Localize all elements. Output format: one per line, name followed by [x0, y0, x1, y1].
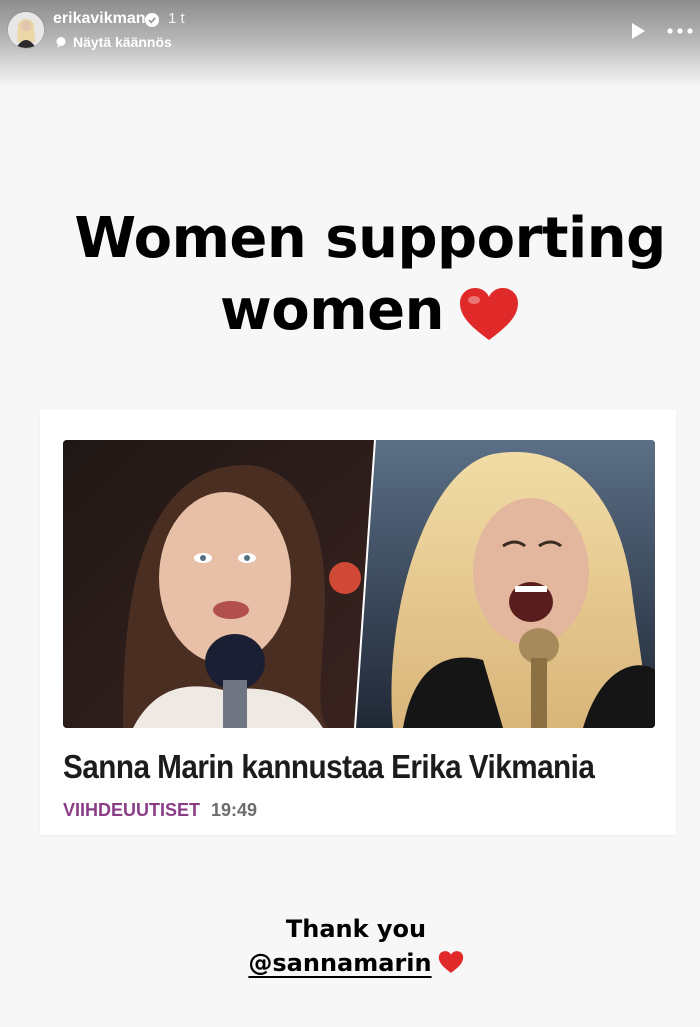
avatar-image: [8, 12, 44, 48]
article-meta: VIIHDEUUTISET 19:49: [63, 800, 257, 821]
article-image[interactable]: [63, 440, 655, 728]
headline-line-2: women: [220, 278, 444, 343]
mention-line: @sannamarin: [0, 949, 700, 977]
article-category: VIIHDEUUTISET: [63, 800, 201, 820]
heart-icon: [459, 287, 518, 340]
heart-icon: [438, 951, 463, 973]
play-icon[interactable]: [628, 21, 648, 41]
thanks-text: Thank you: [285, 915, 427, 943]
verified-badge-icon: [145, 13, 159, 27]
article-photo: [63, 440, 655, 728]
headline-line-1: Women supporting: [74, 206, 666, 271]
article-time: 19:49: [211, 800, 258, 820]
mention-link[interactable]: @sannamarin: [248, 949, 431, 977]
headline-line-2-wrap: women: [0, 275, 700, 347]
post-time: 1 t: [168, 10, 185, 27]
more-icon[interactable]: [666, 21, 694, 41]
translate-button[interactable]: Näytä käännös: [55, 34, 172, 50]
article-title[interactable]: Sanna Marin kannustaa Erika Vikmania: [63, 748, 595, 786]
avatar[interactable]: [8, 12, 44, 48]
translate-icon: [56, 37, 66, 48]
username[interactable]: erikavikman: [53, 10, 146, 28]
translate-label: Näytä käännös: [73, 34, 172, 50]
story-headline: Women supporting women: [0, 203, 700, 347]
